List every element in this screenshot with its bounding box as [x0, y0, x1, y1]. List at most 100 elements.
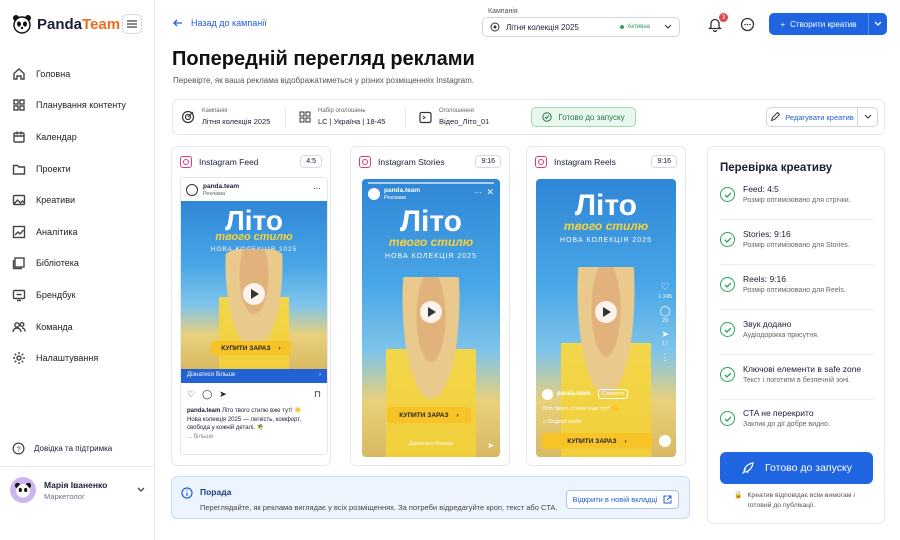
user-menu[interactable]: Марія Іваненко Маркетолог	[10, 477, 145, 503]
play-icon[interactable]	[595, 301, 617, 323]
ratio-badge: 9:16	[475, 155, 501, 168]
external-link-icon	[663, 495, 672, 504]
more-icon[interactable]: ⋮	[658, 352, 672, 364]
image-icon	[12, 194, 26, 206]
sponsored-label: Реклама	[203, 191, 226, 197]
send-icon[interactable]: ➤	[219, 389, 227, 400]
sidebar-item-label: Креативи	[36, 195, 76, 206]
sidebar-item-label: Брендбук	[36, 289, 76, 300]
check-icon	[720, 277, 735, 292]
edit-creative-button[interactable]: Редагувати креатив	[766, 107, 878, 127]
send-icon[interactable]: ➤	[658, 329, 672, 341]
send-icon[interactable]: ➤	[487, 441, 494, 450]
close-icon[interactable]: ✕	[486, 187, 494, 198]
ratio-badge: 4:5	[300, 155, 322, 168]
comment-icon[interactable]: ◯	[658, 305, 672, 318]
play-icon[interactable]	[243, 283, 265, 305]
sidebar-item-home[interactable]: Головна	[12, 58, 147, 90]
sidebar-item-analytics[interactable]: Аналітика	[12, 216, 147, 248]
placement-name: Instagram Feed	[199, 156, 259, 167]
sidebar-item-team[interactable]: Команда	[12, 311, 147, 343]
help-link[interactable]: ? Довідка та підтримка	[12, 442, 112, 455]
help-icon: ?	[12, 442, 25, 455]
pencil-icon	[770, 112, 781, 122]
logo[interactable]: Panda Team	[12, 14, 120, 34]
bookmark-icon[interactable]: ⊓	[314, 389, 321, 400]
user-name: Марія Іваненко	[44, 479, 108, 490]
sidebar-nav: Головна Планування контенту Календар Про…	[12, 58, 147, 374]
creative-image: Літо твого стилю НОВА КОЛЕКЦІЯ 2025 КУПИ…	[181, 201, 327, 369]
home-icon	[13, 67, 25, 80]
check-item: CTA не перекрито Заклик до дії добре видн…	[720, 408, 875, 428]
placement-name: Instagram Stories	[378, 156, 445, 167]
team-icon	[12, 321, 26, 332]
check-item: Ключові елементи в safe zone Текст і лого…	[720, 364, 875, 384]
logo-text-1: Panda	[37, 15, 83, 33]
sidebar-item-label: Проекти	[36, 163, 71, 174]
target-icon	[490, 22, 500, 32]
sidebar-item-planning[interactable]: Планування контенту	[12, 90, 147, 122]
cta-button[interactable]: КУПИТИ ЗАРАЗ ›	[387, 407, 471, 423]
reels-frame: Літо твого стилю НОВА КОЛЕКЦІЯ 2025 ♡ 1 2…	[536, 179, 676, 457]
edit-dropdown-toggle[interactable]	[857, 108, 877, 126]
tip-title: Порада	[200, 487, 232, 497]
comment-icon[interactable]: ◯	[202, 389, 212, 400]
more-icon[interactable]: ⋯	[313, 184, 321, 193]
chat-icon[interactable]	[740, 17, 755, 32]
sidebar-item-creatives[interactable]: Креативи	[12, 184, 147, 216]
check-icon	[720, 232, 735, 247]
gear-icon	[13, 352, 25, 365]
sidebar-item-brandbook[interactable]: Брендбук	[12, 279, 147, 311]
sidebar-item-label: Команда	[36, 321, 73, 332]
sidebar-item-label: Календар	[36, 131, 77, 142]
open-new-tab-button[interactable]: Відкрити в новій вкладці	[566, 490, 679, 509]
stories-frame: panda.team Реклама ⋯ ✕ Літо твого стилю …	[362, 179, 500, 457]
audio-avatar	[659, 435, 671, 447]
more-link[interactable]: ... більше	[187, 434, 213, 440]
feed-post: panda.team Реклама ⋯ Літо твого стилю НО…	[180, 177, 328, 455]
grid-icon	[299, 111, 311, 123]
check-item: Звук додано Аудіодоріжка присутня.	[720, 319, 875, 339]
sidebar-item-calendar[interactable]: Календар	[12, 121, 147, 153]
create-dropdown-toggle[interactable]	[868, 13, 887, 35]
swipe-label: Дізнатися більше	[408, 441, 454, 447]
menu-toggle-button[interactable]	[122, 14, 142, 34]
campaign-value: Літня колекція 2025	[506, 22, 579, 32]
heart-icon[interactable]: ♡	[187, 389, 195, 400]
sidebar-item-label: Бібліотека	[36, 258, 79, 269]
post-actions: ♡ ◯ ➤	[187, 389, 227, 400]
sidebar-item-library[interactable]: Бібліотека	[12, 248, 147, 280]
info-ad-set: Набір оголошень LC | Україна | 18-45	[299, 108, 385, 126]
svg-text:?: ?	[16, 444, 20, 453]
sidebar-item-label: Аналітика	[36, 226, 78, 237]
launch-ready-button[interactable]: Готово до запуску	[720, 452, 873, 484]
create-creative-button[interactable]: + Створити креатив	[769, 13, 887, 35]
target-icon	[181, 110, 195, 124]
back-link[interactable]: Назад до кампанії	[173, 18, 267, 28]
check-icon	[720, 411, 735, 426]
chevron-down-icon	[664, 24, 672, 29]
follow-button[interactable]: Стежити	[598, 389, 628, 399]
sidebar-item-settings[interactable]: Налаштування	[12, 342, 147, 374]
heart-icon[interactable]: ♡	[658, 281, 672, 294]
back-label: Назад до кампанії	[191, 18, 267, 28]
check-item: Feed: 4:5 Розмір оптимізовано для стрічки…	[720, 184, 875, 204]
check-circle-icon	[542, 112, 553, 122]
calendar-icon	[13, 131, 25, 143]
user-role: Маркетолог	[44, 491, 85, 501]
sidebar-item-projects[interactable]: Проекти	[12, 153, 147, 185]
cta-button[interactable]: КУПИТИ ЗАРАЗ ›	[211, 341, 291, 355]
play-icon[interactable]	[420, 301, 442, 323]
cta-button[interactable]: КУПИТИ ЗАРАЗ ›	[542, 433, 652, 449]
creative-check-panel: Перевірка креативу Feed: 4:5 Розмір оптим…	[707, 146, 885, 524]
sidebar-item-label: Налаштування	[36, 353, 99, 364]
tip-text: Переглядайте, як реклама виглядає у всіх…	[200, 503, 558, 512]
panda-logo-icon	[13, 15, 31, 34]
check-item: Reels: 9:16 Розмір оптимізовано для Reels…	[720, 274, 875, 294]
more-icon[interactable]: ⋯	[474, 188, 482, 197]
campaign-select[interactable]: Літня колекція 2025 Активна	[482, 17, 680, 37]
chevron-down-icon	[874, 21, 882, 26]
learn-more-bar[interactable]: Дізнатися більше ›	[181, 369, 327, 383]
instagram-icon	[180, 155, 192, 168]
ad-info-bar: Кампанія Літня колекція 2025 Набір оголош…	[172, 99, 885, 135]
